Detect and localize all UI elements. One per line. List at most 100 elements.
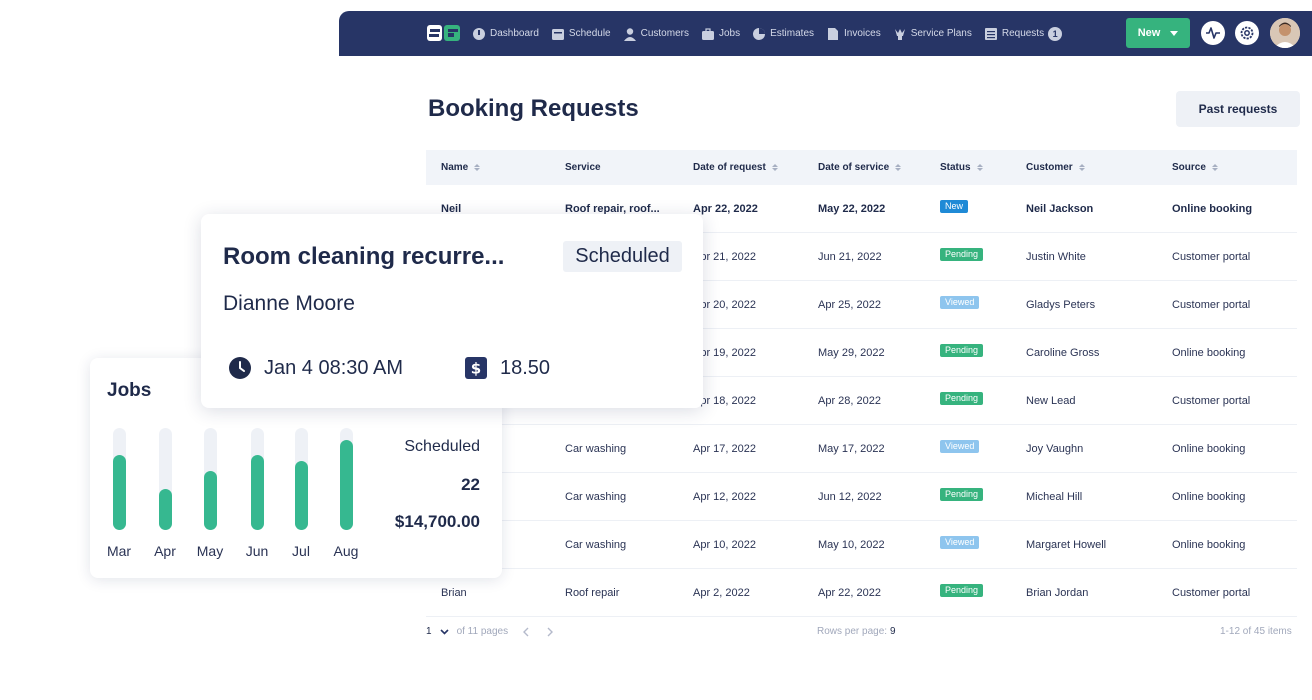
column-header-name[interactable]: Name <box>441 150 481 185</box>
bar-month-label: Apr <box>154 543 176 559</box>
column-header-customer[interactable]: Customer <box>1026 150 1085 185</box>
table-row[interactable]: Brian Roof repair Apr 2, 2022 Apr 22, 2022 P… <box>426 569 1297 617</box>
nav-item-estimates[interactable]: Estimates <box>752 27 814 41</box>
nav-item-service-plans[interactable]: Service Plans <box>893 27 972 41</box>
table-header: Name Service Date of request Date of servic… <box>426 150 1297 185</box>
service-date-text: May 29, 2022 <box>818 347 885 359</box>
request-date-text: Apr 10, 2022 <box>693 539 756 551</box>
past-requests-button[interactable]: Past requests <box>1176 91 1300 127</box>
cell-service-date: Jun 21, 2022 <box>818 233 933 281</box>
job-time-text: Jan 4 08:30 AM <box>264 356 403 379</box>
cell-status: Viewed <box>940 518 1020 566</box>
table-row[interactable]: owellCar washingApr 10, 2022May 10, 2022… <box>426 521 1297 569</box>
nav-item-label: Service Plans <box>910 28 972 39</box>
nav-item-label: Schedule <box>568 28 611 39</box>
request-date-text: Apr 17, 2022 <box>693 443 756 455</box>
service-date-text: Jun 12, 2022 <box>818 491 882 503</box>
bar-track <box>251 428 264 530</box>
cell-source: Customer portal <box>1172 233 1297 281</box>
cell-source: Online booking <box>1172 185 1297 233</box>
nav-item-jobs[interactable]: Jobs <box>701 27 740 41</box>
nav-item-label: Jobs <box>718 28 741 39</box>
bar-track <box>295 428 308 530</box>
cell-status: Viewed <box>940 278 1020 326</box>
source-text: Customer portal <box>1172 587 1251 599</box>
cell-service-date: Jun 12, 2022 <box>818 473 933 521</box>
customer-text: Brian Jordan <box>1026 587 1089 599</box>
bar-month-label: Mar <box>106 543 132 559</box>
customer-text: Justin White <box>1026 251 1086 263</box>
briefcase-icon <box>701 27 714 40</box>
cell-service-date: May 29, 2022 <box>818 329 933 377</box>
page-number[interactable]: 1 <box>426 626 432 637</box>
service-date-text: Apr 22, 2022 <box>818 587 881 599</box>
job-amount-text: 18.50 <box>500 356 551 379</box>
service-text: Car washing <box>565 443 627 455</box>
nav-item-label: Invoices <box>844 28 881 39</box>
user-icon <box>623 27 636 41</box>
status-badge: Pending <box>940 247 984 261</box>
cell-source: Customer portal <box>1172 281 1297 329</box>
chevron-down-icon[interactable] <box>439 628 449 635</box>
column-header-label: Service <box>565 162 601 173</box>
chevron-left-icon[interactable] <box>522 627 530 637</box>
bar-month-label: Jul <box>292 543 310 559</box>
column-header-label: Date of service <box>818 162 890 173</box>
bar-column: May <box>188 428 232 568</box>
nav-item-label: Requests <box>1001 28 1045 39</box>
customer-text: New Lead <box>1026 395 1076 407</box>
nav-item-dashboard[interactable]: Dashboard <box>472 27 539 41</box>
table-row[interactable]: Car washing Apr 12, 2022 Jun 12, 2022 Pendi… <box>426 473 1297 521</box>
new-button[interactable]: New <box>1126 18 1190 48</box>
bar-track <box>340 428 353 530</box>
column-header-date-of-service[interactable]: Date of service <box>818 150 902 185</box>
column-header-source[interactable]: Source <box>1172 150 1218 185</box>
request-date-text: Apr 12, 2022 <box>693 491 756 503</box>
calendar-icon <box>551 28 564 40</box>
cell-source: Online booking <box>1172 329 1297 377</box>
column-header-date-of-request[interactable]: Date of request <box>693 150 778 185</box>
rows-per-page-value[interactable]: 9 <box>890 626 896 637</box>
bar-column: Jul <box>279 428 323 568</box>
gear-icon[interactable] <box>1235 21 1259 45</box>
dashboard-icon <box>473 27 485 40</box>
cell-customer: Brian Jordan <box>1026 569 1166 617</box>
jobs-stat-count: 22 <box>461 475 480 494</box>
jobs-stat-amount: $14,700.00 <box>394 512 480 531</box>
chevron-right-icon[interactable] <box>546 627 554 637</box>
cell-service-date: Apr 22, 2022 <box>818 569 933 617</box>
items-summary: 1-12 of 45 items <box>1220 626 1292 637</box>
cell-status: Viewed <box>940 422 1020 470</box>
customer-text: Gladys Peters <box>1026 299 1096 311</box>
job-detail-card[interactable]: Room cleaning recurre... Scheduled Diann… <box>201 214 703 408</box>
service-text: Roof repair <box>565 587 620 599</box>
cell-customer: Margaret Howell <box>1026 521 1166 569</box>
column-header-service[interactable]: Service <box>565 150 601 185</box>
column-header-status[interactable]: Status <box>940 150 983 185</box>
cell-customer: Micheal Hill <box>1026 473 1166 521</box>
cell-source: Customer portal <box>1172 569 1297 617</box>
bar-fill <box>251 455 264 530</box>
top-navbar: Dashboard Schedule Customers Jobs Estimates I… <box>339 11 1312 56</box>
bar-fill <box>340 440 353 530</box>
cell-customer: Neil Jackson <box>1026 185 1166 233</box>
app-logo-icon[interactable] <box>427 22 461 44</box>
status-badge: Viewed <box>940 535 980 549</box>
cell-service-date: Apr 25, 2022 <box>818 281 933 329</box>
table-row[interactable]: Car washing Apr 17, 2022 May 17, 2022 Viewe… <box>426 425 1297 473</box>
nav-item-customers[interactable]: Customers <box>623 27 689 41</box>
cell-request-date: Apr 22, 2022 <box>693 185 811 233</box>
name-text: Brian <box>441 587 467 599</box>
column-header-label: Name <box>441 162 469 173</box>
list-icon <box>984 27 997 40</box>
user-avatar[interactable] <box>1270 18 1300 48</box>
service-plan-icon <box>894 28 905 40</box>
cell-customer: New Lead <box>1026 377 1166 425</box>
nav-item-invoices[interactable]: Invoices <box>826 27 881 41</box>
nav-item-schedule[interactable]: Schedule <box>551 27 611 41</box>
activity-icon[interactable] <box>1201 21 1225 45</box>
nav-item-requests[interactable]: Requests 1 <box>984 26 1063 41</box>
service-date-text: Jun 21, 2022 <box>818 251 882 263</box>
cell-service: Car washing <box>565 521 685 569</box>
source-text: Online booking <box>1172 443 1246 455</box>
